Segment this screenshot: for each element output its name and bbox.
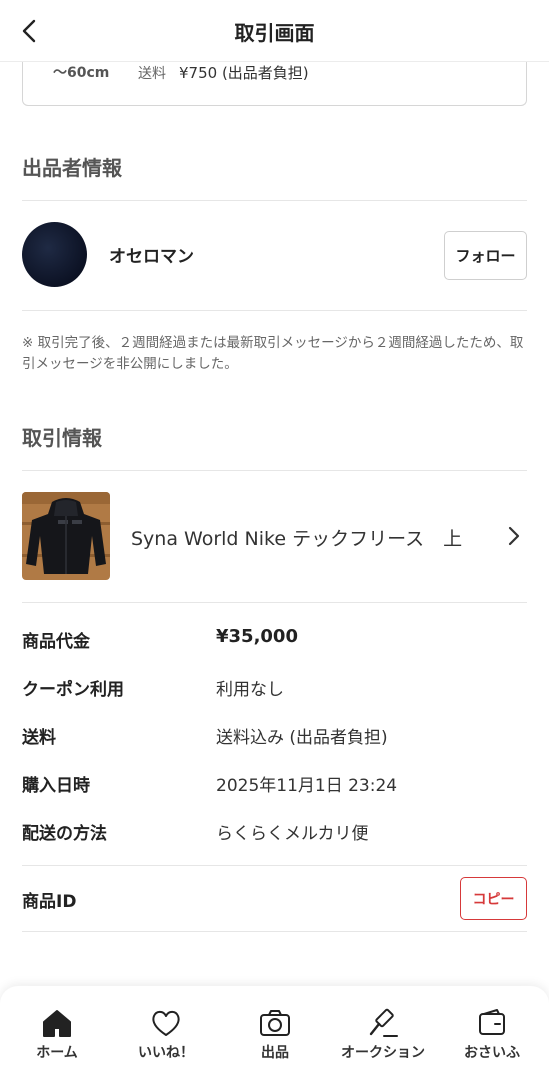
nav-label: 出品	[261, 1045, 289, 1061]
chevron-right-icon	[508, 526, 520, 546]
divider	[22, 200, 527, 201]
copy-button[interactable]: コピー	[460, 877, 527, 920]
nav-label: ホーム	[36, 1045, 78, 1061]
nav-label: オークション	[341, 1045, 425, 1061]
seller-name[interactable]: オセロマン	[109, 242, 194, 267]
gavel-icon	[369, 1008, 398, 1037]
info-value-delivery-method: らくらくメルカリ便	[216, 824, 369, 844]
divider	[22, 931, 527, 932]
shipping-fee-label: 送料	[138, 66, 166, 82]
divider	[22, 865, 527, 866]
message-notice: ※ 取引完了後、２週間経過または最新取引メッセージから２週間経過したため、取引メ…	[22, 335, 524, 372]
shipping-fee-value: ¥750 (出品者負担)	[179, 64, 309, 82]
home-icon	[43, 1010, 71, 1037]
info-value-price: ¥35,000	[216, 626, 298, 647]
nav-item-wallet[interactable]: おさいふ	[442, 1008, 542, 1062]
wallet-icon	[479, 1009, 505, 1035]
nav-item-auction[interactable]: オークション	[333, 1008, 433, 1062]
header-bar: 取引画面	[0, 0, 549, 62]
product-title: Syna World Nike テックフリース 上	[131, 528, 463, 550]
product-id-label: 商品ID	[22, 892, 77, 912]
seller-section-title: 出品者情報	[22, 156, 122, 180]
page-title: 取引画面	[234, 21, 315, 45]
nav-label: おさいふ	[464, 1045, 520, 1061]
divider	[22, 310, 527, 311]
divider	[22, 470, 527, 471]
shipping-size: 〜60cm	[53, 65, 110, 81]
product-thumbnail	[22, 492, 110, 580]
nav-label: いいね！	[138, 1045, 194, 1061]
info-label-delivery-method: 配送の方法	[22, 824, 107, 844]
info-label-coupon: クーポン利用	[22, 680, 124, 700]
info-label-purchase-date: 購入日時	[22, 776, 90, 796]
camera-icon	[260, 1010, 290, 1036]
heart-icon	[152, 1010, 180, 1036]
follow-button[interactable]: フォロー	[444, 231, 527, 280]
info-value-coupon: 利用なし	[216, 680, 284, 700]
divider	[22, 602, 527, 603]
nav-item-sell[interactable]: 出品	[225, 1008, 325, 1062]
shipping-summary-card: 〜60cm 送料 ¥750 (出品者負担)	[22, 62, 527, 106]
product-link-row[interactable]: Syna World Nike テックフリース 上	[0, 472, 549, 602]
bottom-nav: ホーム いいね！ 出品 オークション おさいふ	[0, 986, 549, 1080]
info-value-shipping: 送料込み (出品者負担)	[216, 728, 388, 748]
trade-section-title: 取引情報	[22, 426, 102, 450]
seller-avatar[interactable]	[22, 222, 87, 287]
info-value-purchase-date: 2025年11月1日 23:24	[216, 776, 398, 796]
nav-item-home[interactable]: ホーム	[7, 1008, 107, 1062]
info-label-shipping: 送料	[22, 728, 56, 748]
nav-item-likes[interactable]: いいね！	[116, 1008, 216, 1062]
info-label-price: 商品代金	[22, 632, 90, 652]
